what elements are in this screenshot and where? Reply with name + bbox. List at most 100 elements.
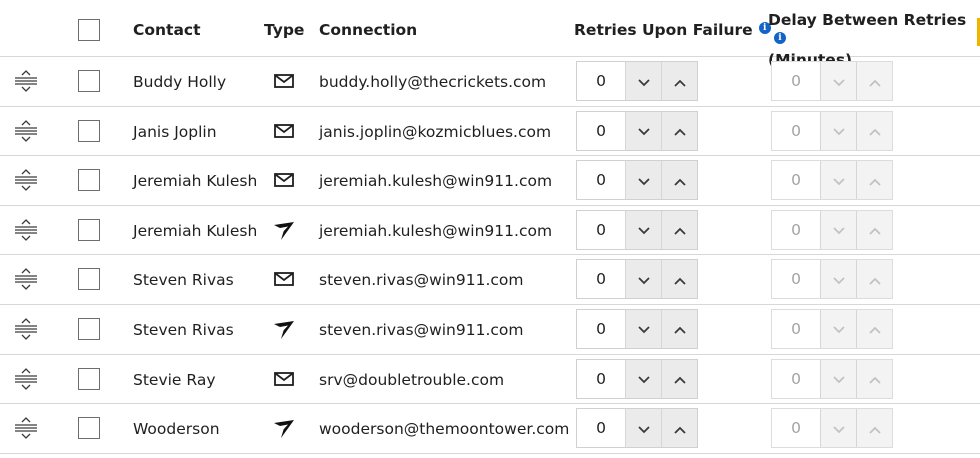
delay-value[interactable]: 0 — [772, 359, 820, 398]
retries-decrement-button[interactable] — [625, 409, 661, 448]
header-delay-label: Delay Between Retries — [768, 11, 967, 29]
delay-increment-button[interactable] — [856, 260, 892, 299]
retries-stepper: 0 — [576, 160, 698, 201]
chevron-up-icon — [868, 72, 881, 91]
drag-handle-icon[interactable] — [14, 268, 38, 291]
delay-decrement-button[interactable] — [820, 161, 856, 200]
drag-handle-icon[interactable] — [14, 218, 38, 241]
delay-increment-button[interactable] — [856, 111, 892, 150]
retries-decrement-button[interactable] — [625, 359, 661, 398]
contact-name: Jeremiah Kulesh — [133, 221, 258, 240]
retries-value[interactable]: 0 — [577, 409, 625, 448]
row-checkbox[interactable] — [78, 417, 100, 440]
delay-stepper: 0 — [771, 358, 893, 399]
chevron-up-icon — [673, 419, 686, 438]
retries-value[interactable]: 0 — [577, 359, 625, 398]
header-retries-label: Retries Upon Failure — [574, 21, 753, 39]
chevron-up-icon — [868, 369, 881, 388]
connection-address: wooderson@themoontower.com — [319, 420, 570, 439]
delay-value[interactable]: 0 — [772, 210, 820, 249]
delay-value[interactable]: 0 — [772, 62, 820, 100]
retries-value[interactable]: 0 — [577, 62, 625, 100]
retries-decrement-button[interactable] — [625, 111, 661, 150]
row-checkbox[interactable] — [78, 268, 100, 291]
table-row: Jeremiah Kulesh jeremiah.kulesh@win911.co… — [0, 206, 980, 256]
delay-stepper: 0 — [771, 110, 893, 151]
chevron-down-icon — [637, 171, 650, 190]
retries-value[interactable]: 0 — [577, 111, 625, 150]
row-checkbox[interactable] — [78, 218, 100, 241]
contact-name: Buddy Holly — [133, 73, 227, 91]
win911-mobile-icon — [273, 320, 295, 339]
delay-increment-button[interactable] — [856, 309, 892, 348]
retries-increment-button[interactable] — [661, 210, 697, 249]
chevron-down-icon — [637, 121, 650, 140]
retries-increment-button[interactable] — [661, 161, 697, 200]
delay-info-icon[interactable]: i — [774, 32, 786, 44]
chevron-up-icon — [673, 121, 686, 140]
drag-handle-icon[interactable] — [14, 169, 38, 192]
delay-increment-button[interactable] — [856, 409, 892, 448]
retries-decrement-button[interactable] — [625, 161, 661, 200]
delay-increment-button[interactable] — [856, 62, 892, 100]
retries-increment-button[interactable] — [661, 62, 697, 100]
win911-mobile-icon — [273, 221, 295, 240]
header-type[interactable]: Type — [264, 20, 304, 40]
retries-value[interactable]: 0 — [577, 309, 625, 348]
drag-handle-icon[interactable] — [14, 119, 38, 142]
delay-value[interactable]: 0 — [772, 161, 820, 200]
header-contact[interactable]: Contact — [133, 20, 201, 40]
delay-decrement-button[interactable] — [820, 62, 856, 100]
delay-increment-button[interactable] — [856, 210, 892, 249]
retries-stepper: 0 — [576, 110, 698, 151]
delay-value[interactable]: 0 — [772, 309, 820, 348]
delay-decrement-button[interactable] — [820, 309, 856, 348]
delay-decrement-button[interactable] — [820, 359, 856, 398]
envelope-icon — [273, 370, 295, 388]
delay-value[interactable]: 0 — [772, 409, 820, 448]
retries-stepper: 0 — [576, 308, 698, 349]
drag-handle-icon[interactable] — [14, 367, 38, 390]
retries-decrement-button[interactable] — [625, 309, 661, 348]
chevron-up-icon — [673, 171, 686, 190]
delay-decrement-button[interactable] — [820, 210, 856, 249]
retries-increment-button[interactable] — [661, 309, 697, 348]
delay-value[interactable]: 0 — [772, 260, 820, 299]
delay-decrement-button[interactable] — [820, 260, 856, 299]
retries-increment-button[interactable] — [661, 359, 697, 398]
delay-value[interactable]: 0 — [772, 111, 820, 150]
retries-increment-button[interactable] — [661, 260, 697, 299]
chevron-down-icon — [832, 121, 845, 140]
table-row: Stevie Ray srv@doubletrouble.com 0 0 — [0, 355, 980, 405]
delay-stepper: 0 — [771, 61, 893, 101]
chevron-down-icon — [832, 220, 845, 239]
delay-increment-button[interactable] — [856, 161, 892, 200]
delay-increment-button[interactable] — [856, 359, 892, 398]
retries-value[interactable]: 0 — [577, 210, 625, 249]
chevron-down-icon — [832, 369, 845, 388]
retries-decrement-button[interactable] — [625, 62, 661, 100]
drag-handle-icon[interactable] — [14, 318, 38, 340]
retries-decrement-button[interactable] — [625, 260, 661, 299]
row-checkbox[interactable] — [78, 119, 100, 142]
row-checkbox[interactable] — [78, 169, 100, 192]
retries-increment-button[interactable] — [661, 409, 697, 448]
row-checkbox[interactable] — [78, 317, 100, 340]
retries-value[interactable]: 0 — [577, 260, 625, 299]
row-checkbox[interactable] — [78, 70, 100, 92]
envelope-icon — [273, 122, 295, 140]
delay-decrement-button[interactable] — [820, 409, 856, 448]
retries-value[interactable]: 0 — [577, 161, 625, 200]
row-checkbox[interactable] — [78, 367, 100, 390]
retries-increment-button[interactable] — [661, 111, 697, 150]
drag-handle-icon[interactable] — [14, 70, 38, 92]
drag-handle-icon[interactable] — [14, 417, 38, 440]
delay-decrement-button[interactable] — [820, 111, 856, 150]
select-all-checkbox[interactable] — [78, 19, 100, 41]
header-connection[interactable]: Connection — [319, 20, 417, 40]
retries-stepper: 0 — [576, 259, 698, 300]
retries-stepper: 0 — [576, 209, 698, 250]
win911-mobile-icon — [273, 419, 295, 439]
chevron-up-icon — [868, 220, 881, 239]
retries-decrement-button[interactable] — [625, 210, 661, 249]
